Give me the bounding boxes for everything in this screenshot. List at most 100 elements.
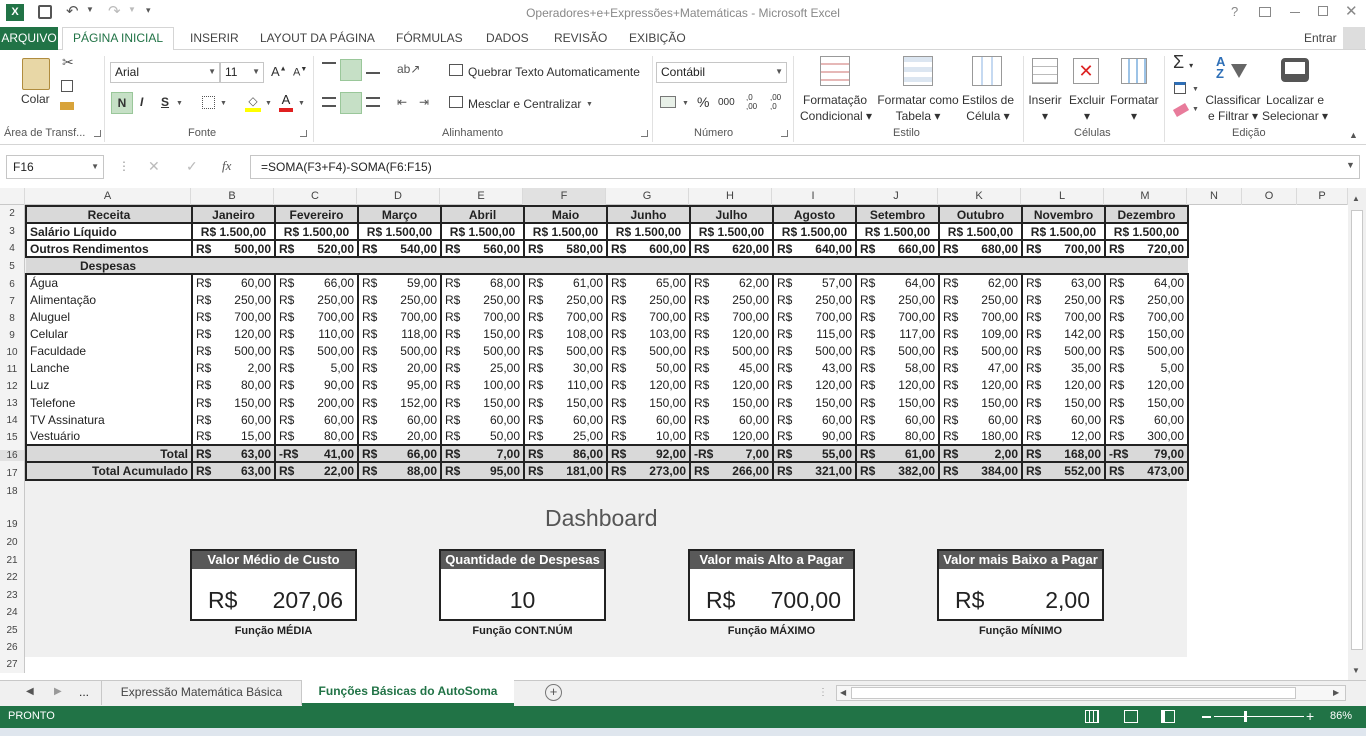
- merge-center-button[interactable]: Mesclar e Centralizar: [468, 97, 581, 111]
- expense-label[interactable]: TV Assinatura: [25, 411, 193, 429]
- income-cell[interactable]: R$ 660,00: [855, 239, 940, 259]
- expense-cell[interactable]: R$ 250,00: [938, 291, 1023, 309]
- expense-cell[interactable]: R$ 64,00: [1104, 273, 1189, 292]
- income-cell[interactable]: R$ 520,00: [274, 239, 359, 259]
- expense-cell[interactable]: R$ 150,00: [523, 394, 608, 412]
- salary-cell[interactable]: R$ 1.500,00: [606, 222, 691, 242]
- formula-input[interactable]: =SOMA(F3+F4)-SOMA(F6:F15): [250, 155, 1360, 179]
- row-header[interactable]: 7: [0, 296, 24, 307]
- increase-decimal-button[interactable]: ,0 ,00: [746, 93, 764, 111]
- expense-cell[interactable]: R$ 150,00: [855, 394, 940, 412]
- expense-cell[interactable]: R$ 20,00: [357, 428, 442, 447]
- expense-cell[interactable]: R$ 500,00: [606, 342, 691, 360]
- sort-filter-button[interactable]: Classificar e Filtrar ▾: [1203, 92, 1263, 124]
- hscroll-thumb[interactable]: [851, 687, 1296, 699]
- month-header[interactable]: Agosto: [772, 204, 857, 225]
- font-color-dropdown-icon[interactable]: ▼: [298, 100, 305, 107]
- cell-styles-icon[interactable]: [972, 56, 1002, 86]
- tab-split-handle[interactable]: ⋮: [818, 687, 828, 698]
- fill-icon[interactable]: [1174, 82, 1186, 94]
- row-label[interactable]: Salário Líquido: [25, 222, 193, 242]
- sort-filter-icon[interactable]: AZ: [1216, 55, 1225, 80]
- row-header[interactable]: 26: [0, 642, 24, 653]
- expense-label[interactable]: Celular: [25, 325, 193, 343]
- sign-in-link[interactable]: Entrar: [1304, 31, 1337, 45]
- copy-icon[interactable]: [61, 80, 73, 92]
- expense-label[interactable]: Faculdade: [25, 342, 193, 360]
- total-cell[interactable]: R$ 7,00: [440, 444, 525, 464]
- expense-cell[interactable]: R$ 2,00: [191, 359, 276, 377]
- total-cell[interactable]: R$ 66,00: [357, 444, 442, 464]
- next-sheet-icon[interactable]: ▶: [54, 686, 62, 697]
- income-cell[interactable]: R$ 620,00: [689, 239, 774, 259]
- page-layout-view-icon[interactable]: [1124, 710, 1138, 723]
- column-header[interactable]: L: [1021, 188, 1104, 205]
- salary-cell[interactable]: R$ 1.500,00: [274, 222, 359, 242]
- accounting-format-icon[interactable]: [660, 96, 676, 108]
- expense-cell[interactable]: R$ 5,00: [1104, 359, 1189, 377]
- align-left-icon[interactable]: [322, 97, 336, 107]
- tab-formulas[interactable]: FÓRMULAS: [396, 31, 463, 45]
- help-icon[interactable]: ?: [1231, 4, 1238, 19]
- minimize-icon[interactable]: [1290, 12, 1300, 13]
- expense-cell[interactable]: R$ 30,00: [523, 359, 608, 377]
- format-cells-icon[interactable]: [1121, 58, 1147, 84]
- find-select-button[interactable]: Localizar e Selecionar ▾: [1262, 92, 1328, 124]
- scroll-left-icon[interactable]: ◀: [840, 688, 846, 697]
- align-right-icon[interactable]: [366, 97, 380, 107]
- month-header[interactable]: Setembro: [855, 204, 940, 225]
- expense-cell[interactable]: R$ 90,00: [772, 428, 857, 447]
- horizontal-scrollbar[interactable]: ◀ ▶: [836, 685, 1346, 701]
- paste-button[interactable]: Colar: [21, 92, 50, 106]
- underline-dropdown-icon[interactable]: ▼: [176, 100, 183, 107]
- expense-cell[interactable]: R$ 65,00: [606, 273, 691, 292]
- scroll-down-icon[interactable]: ▼: [1352, 666, 1360, 675]
- expense-cell[interactable]: R$ 60,00: [689, 411, 774, 429]
- expense-cell[interactable]: R$ 150,00: [191, 394, 276, 412]
- borders-dropdown-icon[interactable]: ▼: [220, 100, 227, 107]
- income-cell[interactable]: R$ 680,00: [938, 239, 1023, 259]
- month-header[interactable]: Março: [357, 204, 442, 225]
- expense-cell[interactable]: R$ 500,00: [523, 342, 608, 360]
- column-header[interactable]: F: [523, 188, 606, 205]
- expense-cell[interactable]: R$ 500,00: [440, 342, 525, 360]
- row-header[interactable]: 2: [0, 208, 24, 219]
- month-header[interactable]: Maio: [523, 204, 608, 225]
- expense-cell[interactable]: R$ 150,00: [938, 394, 1023, 412]
- expense-cell[interactable]: R$ 700,00: [523, 308, 608, 326]
- salary-cell[interactable]: R$ 1.500,00: [855, 222, 940, 242]
- expense-cell[interactable]: R$ 120,00: [938, 376, 1023, 395]
- column-header[interactable]: K: [938, 188, 1021, 205]
- expense-cell[interactable]: R$ 20,00: [357, 359, 442, 377]
- expense-cell[interactable]: R$ 120,00: [1021, 376, 1106, 395]
- close-icon[interactable]: ✕: [1345, 2, 1358, 20]
- select-all-corner[interactable]: [0, 188, 25, 205]
- month-header[interactable]: Junho: [606, 204, 691, 225]
- expense-cell[interactable]: R$ 500,00: [357, 342, 442, 360]
- cancel-entry-icon[interactable]: ✕: [148, 158, 160, 175]
- row-header[interactable]: 21: [0, 555, 24, 566]
- sheet-tab-basic-expression[interactable]: Expressão Matemática Básica: [101, 681, 302, 705]
- accumulated-cell[interactable]: R$ 382,00: [855, 461, 940, 481]
- expense-cell[interactable]: R$ 250,00: [606, 291, 691, 309]
- row-header[interactable]: 9: [0, 330, 24, 341]
- font-name-select[interactable]: Arial ▼: [110, 62, 220, 83]
- accounting-dropdown-icon[interactable]: ▼: [682, 100, 689, 107]
- accumulated-cell[interactable]: R$ 552,00: [1021, 461, 1106, 481]
- format-as-table-button[interactable]: Formatar como Tabela ▾: [873, 92, 963, 124]
- formula-bar-options-icon[interactable]: ⋮: [118, 159, 130, 173]
- decrease-decimal-button[interactable]: ,00 ,0: [770, 93, 788, 111]
- row-header[interactable]: 20: [0, 537, 24, 548]
- expense-cell[interactable]: R$ 118,00: [357, 325, 442, 343]
- column-header[interactable]: O: [1242, 188, 1297, 205]
- shrink-font-icon[interactable]: A▼: [293, 66, 307, 79]
- expense-cell[interactable]: R$ 60,00: [1104, 411, 1189, 429]
- expense-cell[interactable]: R$ 64,00: [855, 273, 940, 292]
- column-header[interactable]: G: [606, 188, 689, 205]
- expense-cell[interactable]: R$ 25,00: [523, 428, 608, 447]
- expense-cell[interactable]: R$ 250,00: [1104, 291, 1189, 309]
- accumulated-cell[interactable]: R$ 384,00: [938, 461, 1023, 481]
- income-cell[interactable]: R$ 500,00: [191, 239, 276, 259]
- zoom-out-icon[interactable]: [1202, 716, 1211, 718]
- expense-cell[interactable]: R$ 120,00: [855, 376, 940, 395]
